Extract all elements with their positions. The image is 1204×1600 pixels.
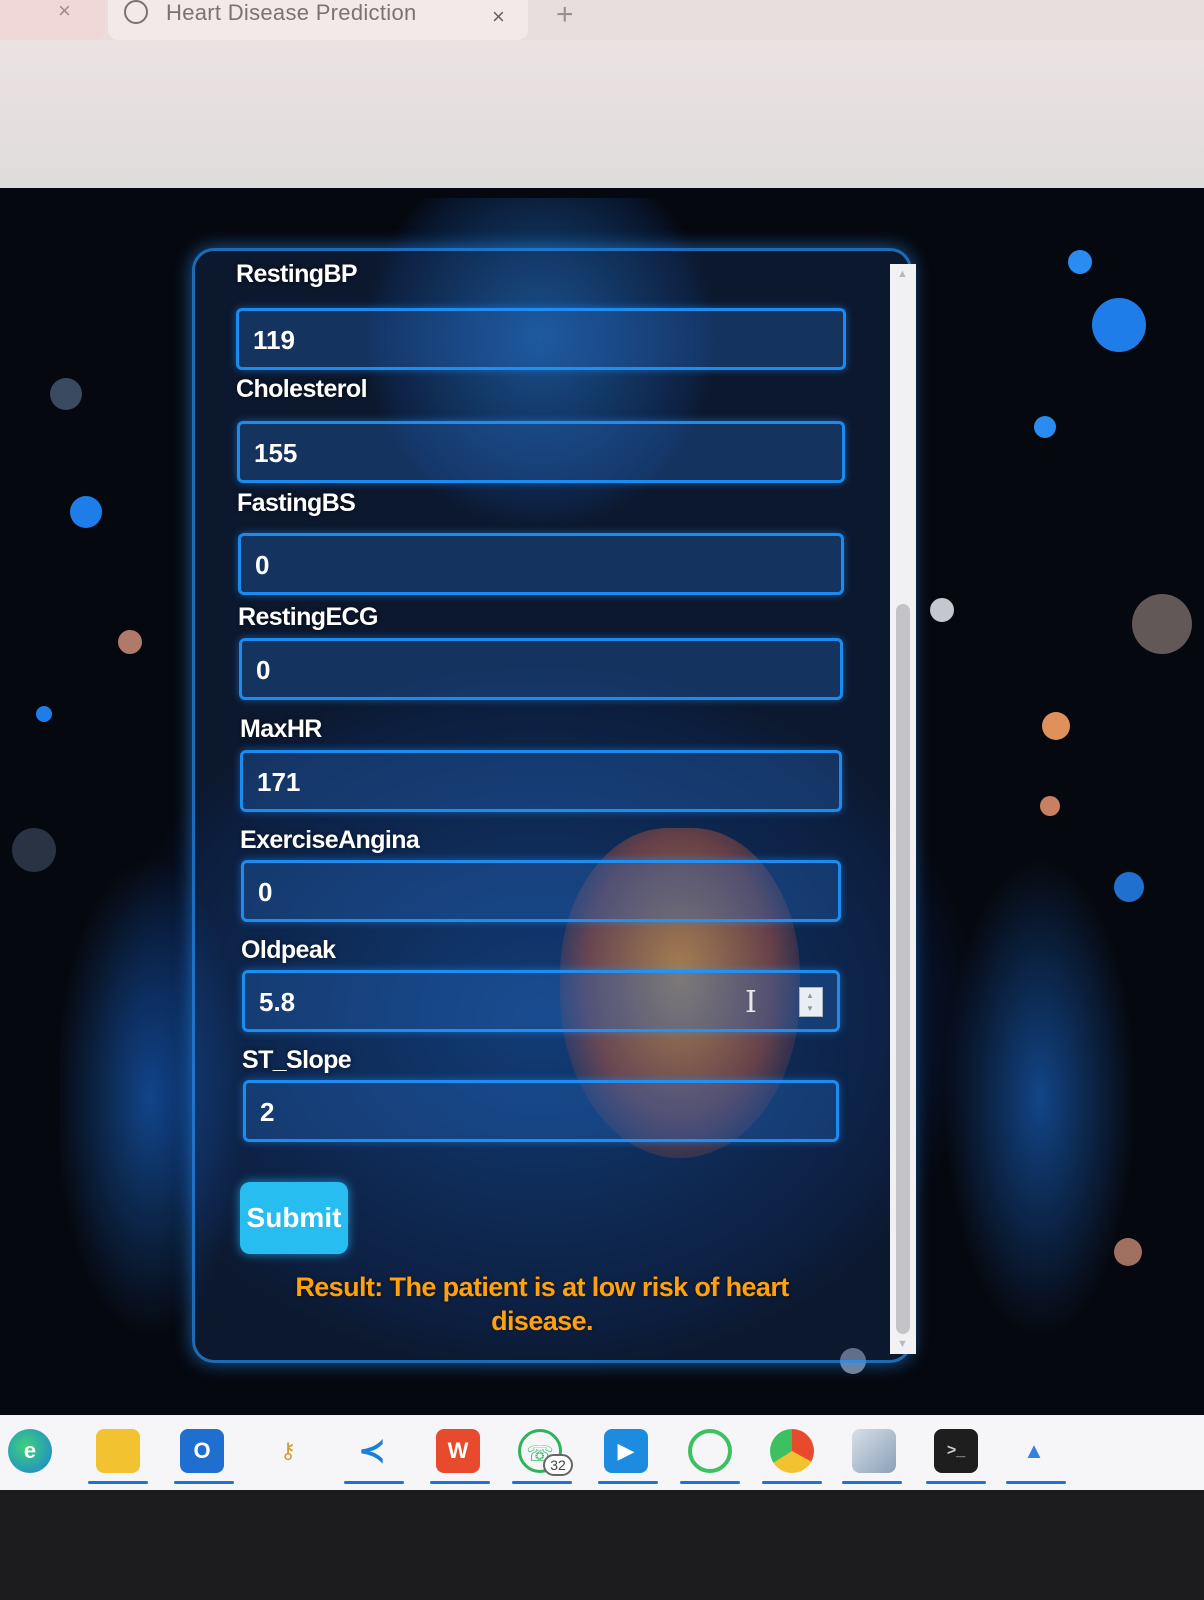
text-cursor-icon: I — [745, 985, 757, 1020]
bokeh-particle — [1114, 1238, 1142, 1266]
prediction-result: Result: The patient is at low risk of he… — [295, 1272, 789, 1336]
bokeh-particle — [930, 598, 954, 622]
active-indicator — [842, 1481, 902, 1484]
page-scrollbar[interactable]: ▲ ▼ — [890, 264, 916, 1354]
photos-app-icon[interactable]: ▲ — [1012, 1429, 1056, 1473]
restingbp-value: 119 — [253, 325, 295, 355]
active-indicator — [344, 1481, 404, 1484]
field-label-st-slope: ST_Slope — [242, 1046, 352, 1074]
bokeh-particle — [36, 706, 52, 722]
st-slope-value: 2 — [260, 1097, 275, 1127]
scrollbar-thumb[interactable] — [896, 604, 910, 1334]
active-indicator — [174, 1481, 234, 1484]
scroll-up-arrow-icon[interactable]: ▲ — [897, 268, 908, 280]
monitor-bezel — [0, 1490, 1204, 1600]
tab-title: Heart Disease Prediction — [166, 0, 417, 25]
oldpeak-input[interactable]: 5.8 I ▲ ▼ — [242, 970, 840, 1032]
active-indicator — [762, 1481, 822, 1484]
file-explorer-icon[interactable] — [96, 1429, 140, 1473]
number-spinner[interactable]: ▲ ▼ — [799, 987, 823, 1017]
browser-toolbar — [0, 40, 1204, 190]
bokeh-particle — [1114, 872, 1144, 902]
vpn-key-icon[interactable]: ⚷ — [266, 1429, 310, 1473]
fastingbs-input[interactable]: 0 — [238, 533, 844, 595]
scroll-down-arrow-icon[interactable]: ▼ — [897, 1338, 908, 1350]
chrome-profile-icon[interactable] — [770, 1429, 814, 1473]
active-indicator — [88, 1481, 148, 1484]
spinner-up-icon[interactable]: ▲ — [806, 991, 814, 1000]
bokeh-particle — [1034, 416, 1056, 438]
active-indicator — [598, 1481, 658, 1484]
tab-close-icon[interactable]: × — [492, 4, 505, 30]
field-label-oldpeak: Oldpeak — [241, 936, 336, 964]
restingecg-input[interactable]: 0 — [239, 638, 843, 700]
active-indicator — [512, 1481, 572, 1484]
bokeh-particle — [1042, 712, 1070, 740]
bokeh-particle — [1092, 298, 1146, 352]
previous-tab-close-icon[interactable]: × — [58, 0, 71, 24]
st-slope-input[interactable]: 2 — [243, 1080, 839, 1142]
active-indicator — [1006, 1481, 1066, 1484]
bokeh-particle — [1132, 594, 1192, 654]
bokeh-particle — [1068, 250, 1092, 274]
previous-tab[interactable]: × — [0, 0, 105, 40]
windows-taskbar: e O ⚷ ≺ W ☏ 32 ▶ >_ ▲ — [0, 1415, 1204, 1490]
active-indicator — [680, 1481, 740, 1484]
maxhr-input[interactable]: 171 — [240, 750, 842, 812]
cholesterol-input[interactable]: 155 — [237, 421, 845, 483]
field-label-restingbp: RestingBP — [236, 260, 358, 288]
new-tab-button[interactable]: + — [556, 0, 574, 32]
field-label-cholesterol: Cholesterol — [236, 375, 368, 403]
oldpeak-value: 5.8 — [259, 987, 296, 1017]
field-label-maxhr: MaxHR — [240, 715, 322, 743]
bokeh-particle — [1040, 796, 1060, 816]
exerciseangina-value: 0 — [258, 877, 273, 907]
edge-icon[interactable]: e — [8, 1429, 52, 1473]
bokeh-particle — [50, 378, 82, 410]
fastingbs-value: 0 — [255, 550, 270, 580]
page-viewport: ▲ ▼ RestingBP 119 Cholesterol 155 Fastin… — [0, 188, 1204, 1448]
exerciseangina-input[interactable]: 0 — [241, 860, 841, 922]
restingecg-value: 0 — [256, 655, 271, 685]
bokeh-particle — [118, 630, 142, 654]
globe-icon — [124, 0, 148, 24]
terminal-icon[interactable]: >_ — [934, 1429, 978, 1473]
spinner-down-icon[interactable]: ▼ — [806, 1004, 814, 1013]
cholesterol-value: 155 — [254, 438, 298, 468]
restingbp-input[interactable]: 119 — [236, 308, 846, 370]
wps-office-icon[interactable]: W — [436, 1429, 480, 1473]
submit-button[interactable]: Submit — [240, 1182, 348, 1254]
field-label-fastingbs: FastingBS — [237, 489, 356, 517]
maxhr-value: 171 — [257, 767, 301, 797]
field-label-exerciseangina: ExerciseAngina — [240, 826, 420, 854]
notes-app-icon[interactable] — [852, 1429, 896, 1473]
outlook-icon[interactable]: O — [180, 1429, 224, 1473]
whatsapp-icon[interactable]: ☏ 32 — [518, 1429, 573, 1476]
media-player-icon[interactable]: ▶ — [604, 1429, 648, 1473]
bokeh-particle — [70, 496, 102, 528]
whatsapp-badge: 32 — [543, 1454, 573, 1476]
circle-app-icon[interactable] — [688, 1429, 732, 1473]
active-indicator — [430, 1481, 490, 1484]
tab-heart-disease-prediction[interactable]: Heart Disease Prediction × — [108, 0, 528, 40]
vscode-icon[interactable]: ≺ — [350, 1429, 394, 1473]
bokeh-particle — [12, 828, 56, 872]
field-label-restingecg: RestingECG — [238, 603, 378, 631]
active-indicator — [926, 1481, 986, 1484]
